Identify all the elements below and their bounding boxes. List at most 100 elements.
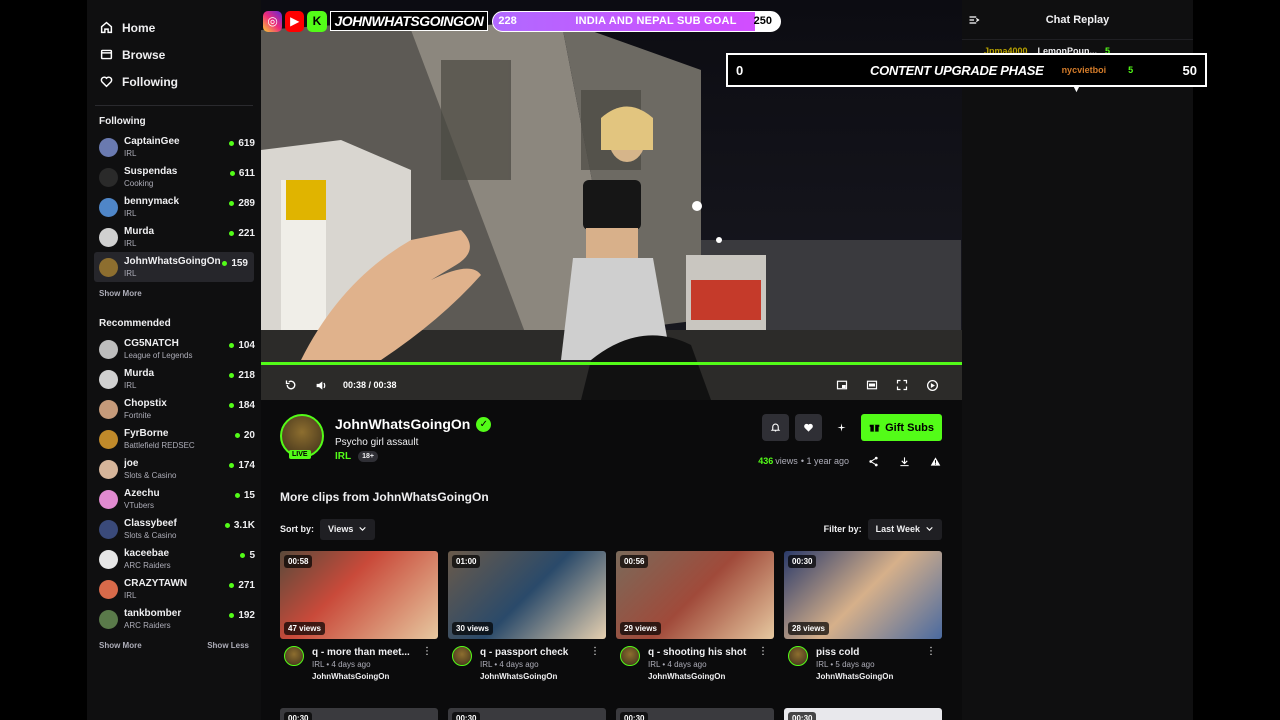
clip-card[interactable]: 00:30 xyxy=(448,708,606,720)
gift-subs-label[interactable]: Gift Subs xyxy=(885,422,934,434)
clip-card-channel[interactable]: JohnWhatsGoingOn xyxy=(312,672,389,681)
clip-duration: 00:58 xyxy=(284,555,313,568)
clip-card-title[interactable]: q - passport check xyxy=(480,647,590,658)
viewer-count: 104 xyxy=(229,340,255,351)
avatar[interactable] xyxy=(788,646,808,666)
sort-value[interactable]: Views xyxy=(328,524,353,534)
nav-home[interactable]: Home xyxy=(87,14,261,41)
channel-item[interactable]: Chopstix Fortnite 184 xyxy=(87,394,261,424)
more-options-icon[interactable]: ⋮ xyxy=(926,646,936,657)
clip-card-title[interactable]: piss cold xyxy=(816,647,926,658)
channel-name[interactable]: JohnWhatsGoingOn ✓ xyxy=(335,416,492,432)
clip-card[interactable]: 00:56 29 views q - shooting his shot IRL • … xyxy=(616,551,774,686)
more-options-icon[interactable]: ⋮ xyxy=(758,646,768,657)
follow-button[interactable] xyxy=(795,414,823,441)
clip-card[interactable]: 00:30 xyxy=(280,708,438,720)
replay-icon[interactable] xyxy=(283,377,299,393)
viewer-count-value: 184 xyxy=(238,400,255,411)
clip-thumbnail[interactable]: 00:30 xyxy=(280,708,438,720)
clip-thumbnail[interactable]: 00:56 29 views xyxy=(616,551,774,639)
live-dot xyxy=(224,523,230,528)
category-tag[interactable]: IRL xyxy=(335,451,351,462)
channel-item[interactable]: Suspendas Cooking 611 xyxy=(87,162,261,192)
clip-card-channel[interactable]: JohnWhatsGoingOn xyxy=(480,672,557,681)
clip-card[interactable]: 01:00 30 views q - passport check IRL • 4 d… xyxy=(448,551,606,686)
nav-browse[interactable]: Browse xyxy=(87,41,261,68)
avatar xyxy=(99,339,118,359)
video-progress-bar[interactable] xyxy=(261,362,962,365)
channel-item[interactable]: FyrBorne Battlefield REDSEC 20 xyxy=(87,424,261,454)
channel-item[interactable]: CG5NATCH League of Legends 104 xyxy=(87,334,261,364)
live-dot xyxy=(229,141,235,146)
sparkle-icon xyxy=(837,423,846,432)
clip-thumbnail[interactable]: 00:30 xyxy=(448,708,606,720)
following-heading: Following xyxy=(99,116,146,127)
show-more-button[interactable]: Show More xyxy=(99,641,142,650)
share-icon[interactable] xyxy=(866,454,880,468)
more-options-icon[interactable]: ⋮ xyxy=(590,646,600,657)
report-icon[interactable] xyxy=(928,454,942,468)
clip-card-title[interactable]: q - shooting his shot xyxy=(648,647,758,658)
nav-following[interactable]: Following xyxy=(87,68,261,95)
sparkle-button[interactable] xyxy=(828,414,855,441)
avatar[interactable] xyxy=(452,646,472,666)
live-dot xyxy=(229,231,235,236)
channel-item[interactable]: CaptainGee IRL 619 xyxy=(87,132,261,162)
channel-item[interactable]: Murda IRL 218 xyxy=(87,364,261,394)
filter-value[interactable]: Last Week xyxy=(876,524,920,534)
clip-thumbnail[interactable]: 00:58 47 views xyxy=(280,551,438,639)
avatar xyxy=(99,369,118,389)
download-icon[interactable] xyxy=(897,454,911,468)
avatar[interactable] xyxy=(620,646,640,666)
gift-subs-button[interactable]: Gift Subs xyxy=(861,414,942,441)
banner-chat-user[interactable]: nycvietboi xyxy=(1062,65,1107,75)
bell-icon xyxy=(770,423,781,432)
clip-thumbnail[interactable]: 01:00 30 views xyxy=(448,551,606,639)
collapse-chat-icon[interactable] xyxy=(968,14,980,29)
volume-icon[interactable] xyxy=(313,377,329,393)
viewer-count: 192 xyxy=(229,610,255,621)
avatar xyxy=(99,429,118,449)
channel-category: Slots & Casino xyxy=(124,531,177,540)
following-show-more[interactable]: Show More xyxy=(87,289,261,298)
viewer-count-value: 619 xyxy=(238,138,255,149)
settings-icon[interactable] xyxy=(924,377,940,393)
clip-card-channel[interactable]: JohnWhatsGoingOn xyxy=(648,672,725,681)
channel-item[interactable]: Murda IRL 221 xyxy=(87,222,261,252)
banner-left-number: 0 xyxy=(736,62,744,78)
notifications-button[interactable] xyxy=(762,414,790,441)
clip-card[interactable]: 00:58 47 views q - more than meet... IRL • … xyxy=(280,551,438,686)
clip-card-channel[interactable]: JohnWhatsGoingOn xyxy=(816,672,893,681)
clip-card[interactable]: 00:30 xyxy=(784,708,942,720)
view-count: 436 xyxy=(758,456,774,466)
viewer-count: 15 xyxy=(234,490,255,501)
channel-category: Fortnite xyxy=(124,411,152,420)
clip-thumbnail[interactable]: 00:30 xyxy=(616,708,774,720)
channel-item[interactable]: tankbomber ARC Raiders 192 xyxy=(87,604,261,634)
avatar[interactable] xyxy=(284,646,304,666)
theater-mode-icon[interactable] xyxy=(864,377,880,393)
miniplayer-icon[interactable] xyxy=(834,377,850,393)
channel-item[interactable]: joe Slots & Casino 174 xyxy=(87,454,261,484)
channel-item[interactable]: CRAZYTAWN IRL 271 xyxy=(87,574,261,604)
recommended-list: CG5NATCH League of Legends 104 Murda IRL 218 C… xyxy=(87,334,261,634)
filter-dropdown[interactable]: Last Week xyxy=(867,518,942,540)
clip-thumbnail[interactable]: 00:30 28 views xyxy=(784,551,942,639)
fullscreen-icon[interactable] xyxy=(894,377,910,393)
clip-thumbnail[interactable]: 00:30 xyxy=(784,708,942,720)
clip-card[interactable]: 00:30 28 views piss cold IRL • 5 days ago Jo… xyxy=(784,551,942,686)
clip-card-title[interactable]: q - more than meet... xyxy=(312,647,422,658)
channel-item[interactable]: kaceebae ARC Raiders 5 xyxy=(87,544,261,574)
show-less-button[interactable]: Show Less xyxy=(207,641,249,650)
more-options-icon[interactable]: ⋮ xyxy=(422,646,432,657)
channel-item[interactable]: Azechu VTubers 15 xyxy=(87,484,261,514)
channel-name-text[interactable]: JohnWhatsGoingOn xyxy=(335,416,470,432)
chevron-down-icon[interactable]: ▼ xyxy=(1072,84,1081,94)
channel-item[interactable]: Classybeef Slots & Casino 3.1K xyxy=(87,514,261,544)
clip-card[interactable]: 00:30 xyxy=(616,708,774,720)
sort-dropdown[interactable]: Views xyxy=(320,518,376,540)
channel-item[interactable]: JohnWhatsGoingOn IRL 159 xyxy=(94,252,254,282)
channel-item[interactable]: bennymack IRL 289 xyxy=(87,192,261,222)
show-more-label[interactable]: Show More xyxy=(99,289,142,298)
channel-category: IRL xyxy=(124,591,137,600)
